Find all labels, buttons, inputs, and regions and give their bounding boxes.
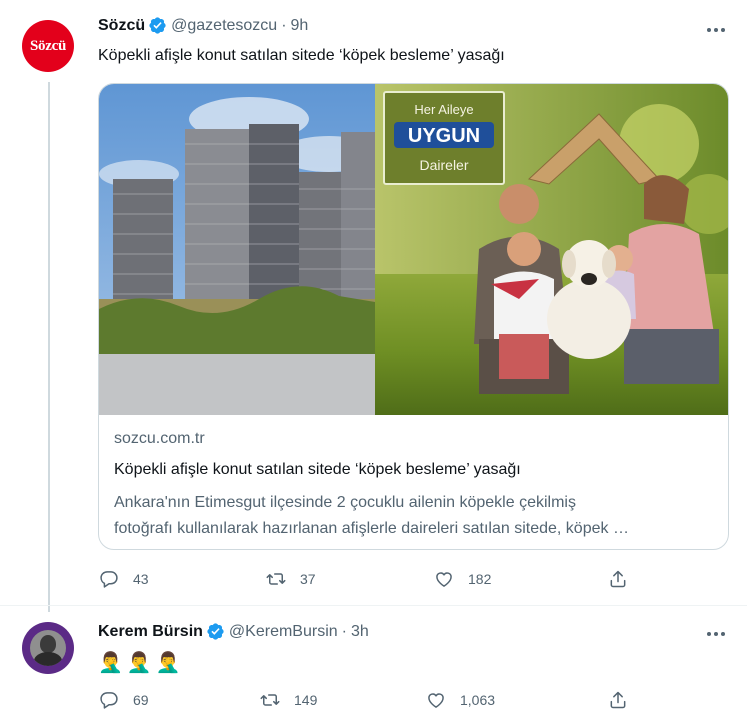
share-icon: [610, 570, 626, 588]
author-name[interactable]: Kerem Bürsin: [98, 623, 203, 641]
like-icon: [428, 693, 444, 708]
tweet-divider: [0, 605, 747, 606]
retweet-button[interactable]: 149: [260, 690, 317, 710]
svg-text:UYGUN: UYGUN: [408, 125, 480, 147]
more-icon[interactable]: [706, 624, 726, 644]
retweet-count: 37: [300, 571, 316, 587]
svg-text:Daireler: Daireler: [419, 157, 468, 173]
timestamp[interactable]: 9h: [291, 17, 309, 35]
card-description-line: Ankara'nın Etimesgut ilçesinde 2 çocuklu…: [114, 494, 576, 511]
tweet-text: Köpekli afişle konut satılan sitede ‘köp…: [98, 47, 505, 64]
author-name[interactable]: Sözcü: [98, 17, 145, 35]
reply-count: 43: [133, 571, 149, 587]
card-description: Ankara'nın Etimesgut ilçesinde 2 çocuklu…: [114, 490, 713, 542]
share-button[interactable]: [608, 569, 642, 589]
share-icon: [610, 691, 626, 709]
card-description-line: fotoğrafı kullanılarak hazırlanan afişle…: [114, 520, 629, 537]
reply-button[interactable]: 69: [99, 690, 149, 710]
like-button[interactable]: 1,063: [426, 690, 495, 710]
avatar-photo: [30, 630, 66, 666]
verified-badge-icon: [149, 17, 166, 34]
avatar[interactable]: Sözcü: [22, 20, 74, 72]
reply-count: 69: [133, 692, 149, 708]
card-domain: sozcu.com.tr: [114, 430, 205, 447]
reply-icon: [100, 692, 118, 709]
avatar-logo-text: Sözcü: [29, 37, 66, 54]
retweet-count: 149: [294, 692, 318, 708]
verified-badge-icon: [207, 623, 224, 640]
more-icon[interactable]: [706, 20, 726, 40]
like-button[interactable]: 182: [434, 569, 491, 589]
tweet-header: Sözcü @gazetesozcu · 9h: [98, 16, 308, 35]
retweet-button[interactable]: 37: [266, 569, 316, 589]
like-count: 182: [468, 571, 492, 587]
tweet-text: 🤦‍♂️🤦‍♂️🤦‍♂️: [98, 652, 185, 674]
billboard: Her Aileye UYGUN Daireler: [383, 91, 505, 185]
author-handle[interactable]: @gazetesozcu: [171, 17, 277, 35]
retweet-icon: [266, 573, 286, 585]
retweet-icon: [260, 694, 280, 706]
like-count: 1,063: [460, 692, 496, 708]
avatar[interactable]: [22, 622, 74, 674]
card-title: Köpekli afişle konut satılan sitede ‘köp…: [114, 461, 521, 478]
card-image[interactable]: Her Aileye UYGUN Daireler: [99, 84, 729, 415]
card-body: sozcu.com.tr Köpekli afişle konut satıla…: [114, 429, 713, 542]
link-card[interactable]: Her Aileye UYGUN Daireler sozcu.com.tr K…: [98, 83, 729, 550]
thread-line: [48, 82, 50, 612]
separator-dot: ·: [341, 622, 347, 640]
reply-button[interactable]: 43: [99, 569, 149, 589]
tweet-header: Kerem Bürsin @KeremBursin · 3h: [98, 622, 369, 641]
share-button[interactable]: [608, 690, 642, 710]
author-handle[interactable]: @KeremBursin: [229, 623, 338, 641]
svg-text:Her Aileye: Her Aileye: [414, 102, 473, 117]
separator-dot: ·: [281, 16, 287, 34]
timestamp[interactable]: 3h: [351, 623, 369, 641]
like-icon: [436, 572, 452, 587]
reply-icon: [100, 571, 118, 588]
